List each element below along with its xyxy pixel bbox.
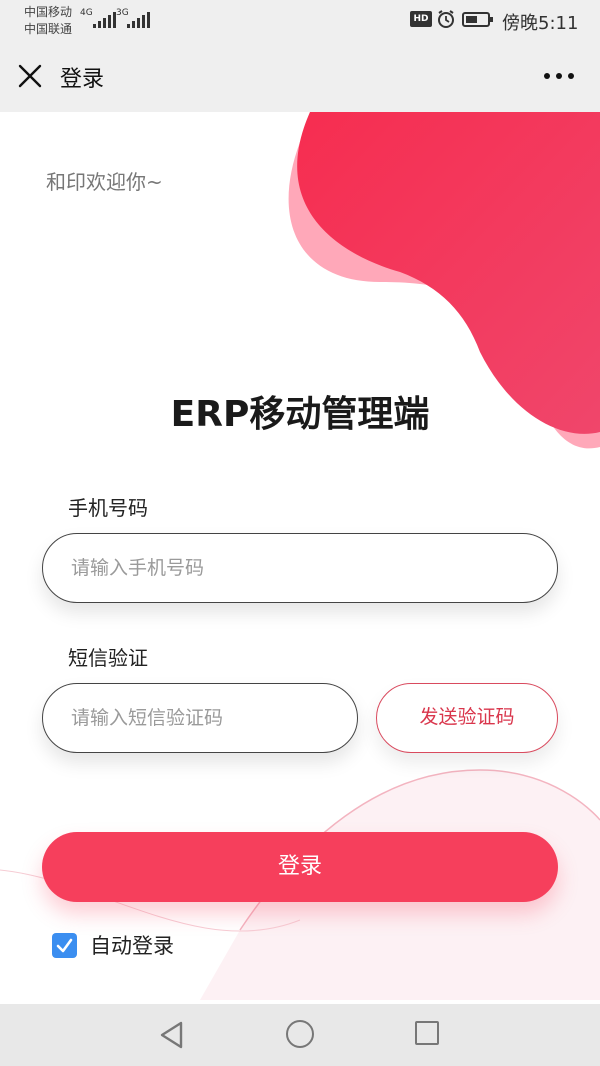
alarm-clock-icon [438, 10, 454, 28]
sms-label: 短信验证 [68, 646, 148, 670]
login-button[interactable]: 登录 [42, 832, 558, 902]
back-triangle-icon[interactable] [158, 1020, 186, 1050]
hd-badge: HD [410, 11, 432, 27]
signal-icon-2 [127, 12, 150, 28]
close-icon[interactable] [18, 64, 42, 88]
send-code-button[interactable]: 发送验证码 [376, 683, 558, 753]
carrier-1: 中国移动 [24, 5, 73, 19]
home-circle-icon[interactable] [286, 1020, 314, 1048]
phone-label: 手机号码 [68, 496, 148, 520]
signal-icon-1 [93, 12, 116, 28]
more-icon[interactable] [544, 66, 576, 86]
checkmark-icon [56, 938, 73, 952]
network-type-1: 4G [80, 8, 93, 18]
welcome-text: 和印欢迎你~ [46, 170, 163, 194]
sms-code-input[interactable] [42, 683, 358, 753]
app-title: ERP移动管理端 [170, 394, 430, 435]
phone-input[interactable] [42, 533, 558, 603]
auto-login-label: 自动登录 [90, 934, 174, 958]
recent-square-icon[interactable] [415, 1021, 439, 1045]
auto-login-row: 自动登录 [52, 930, 174, 960]
carrier-2: 中国联通 [24, 22, 73, 36]
battery-icon [462, 12, 493, 27]
status-time: 傍晚5:11 [502, 13, 579, 34]
page-title: 登录 [60, 67, 105, 92]
auto-login-checkbox[interactable] [52, 932, 77, 958]
